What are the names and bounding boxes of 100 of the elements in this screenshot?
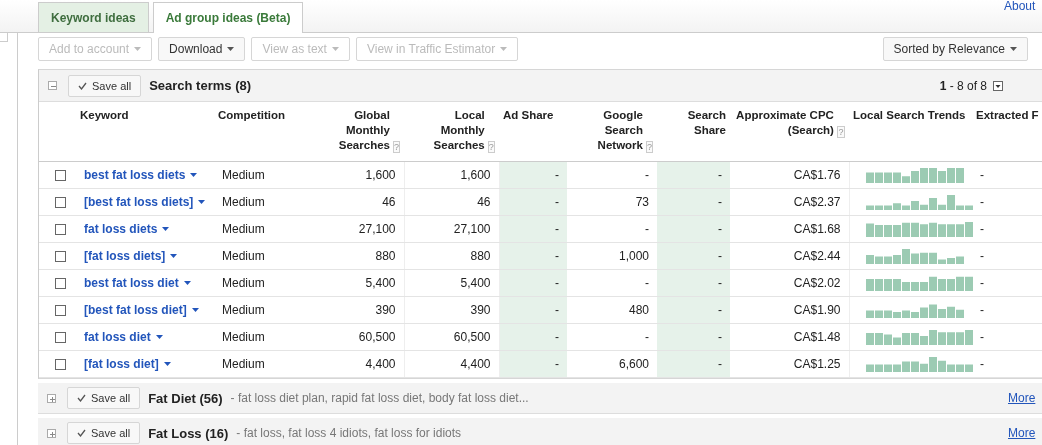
- table-cell: -: [718, 276, 722, 290]
- table-cell: -: [555, 303, 559, 317]
- table-cell: Medium: [222, 168, 265, 182]
- table-cell: -: [718, 330, 722, 344]
- row-checkbox[interactable]: [55, 196, 66, 208]
- table-cell: Medium: [222, 222, 265, 236]
- table-cell: 1,000: [618, 249, 649, 263]
- table-cell: -: [718, 357, 722, 371]
- table-cell: -: [980, 303, 984, 317]
- caret-icon: [500, 47, 508, 51]
- caret-icon: [162, 227, 170, 231]
- table-cell: -: [555, 276, 559, 290]
- tab[interactable]: Keyword ideas: [38, 2, 149, 32]
- table-cell: CA$2.37: [793, 195, 841, 209]
- table-cell: -: [555, 249, 559, 263]
- sort-dropdown[interactable]: Sorted by Relevance: [882, 37, 1028, 61]
- table-cell: Medium: [222, 357, 265, 371]
- table-cell: Medium: [222, 195, 265, 209]
- table-cell: CA$1.48: [793, 330, 841, 344]
- group-title[interactable]: Fat Diet (56): [148, 390, 223, 406]
- table-cell: 880: [375, 249, 396, 263]
- keyword-link[interactable]: fat loss diet: [84, 330, 163, 344]
- row-checkbox[interactable]: [55, 250, 66, 262]
- table-cell: -: [718, 249, 722, 263]
- row-checkbox[interactable]: [55, 223, 66, 235]
- table-cell: -: [718, 222, 722, 236]
- column-header[interactable]: Ad Share: [503, 108, 554, 123]
- caret-icon: [183, 281, 191, 285]
- keyword-link[interactable]: [best fat loss diets]: [84, 195, 206, 209]
- row-checkbox[interactable]: [55, 331, 66, 343]
- save-all-button[interactable]: Save all: [67, 422, 141, 444]
- column-header[interactable]: Search Share: [661, 108, 726, 138]
- column-header[interactable]: Global Monthly Searches: [313, 108, 390, 153]
- table-cell: 5,400: [460, 276, 491, 290]
- table-cell: -: [645, 276, 649, 290]
- row-checkbox[interactable]: [55, 169, 66, 181]
- group-title: Search terms (8): [149, 78, 252, 93]
- row-checkbox[interactable]: [55, 358, 66, 370]
- table-cell: 6,600: [618, 357, 649, 371]
- toolbar-button[interactable]: Download: [158, 37, 246, 61]
- table-cell: -: [980, 330, 984, 344]
- column-header[interactable]: Keyword: [80, 108, 129, 123]
- caret-icon: [163, 362, 171, 366]
- check-icon: [78, 81, 87, 90]
- column-header[interactable]: Competition: [218, 108, 286, 123]
- table-cell: Medium: [222, 276, 265, 290]
- caret-icon: [134, 47, 142, 51]
- table-cell: CA$1.25: [793, 357, 841, 371]
- caret-icon: [170, 254, 178, 258]
- collapse-icon[interactable]: [48, 81, 57, 90]
- table-cell: -: [555, 222, 559, 236]
- keyword-link[interactable]: [fat loss diets]: [84, 249, 178, 263]
- table-cell: CA$1.76: [793, 168, 841, 182]
- group-title[interactable]: Fat Loss (16): [148, 425, 229, 441]
- save-all-button[interactable]: Save all: [67, 387, 141, 409]
- column-header[interactable]: Local Monthly Searches: [408, 108, 485, 153]
- about-link[interactable]: About: [1004, 0, 1036, 13]
- column-header[interactable]: Local Search Trends: [853, 108, 966, 123]
- column-header[interactable]: Extracted F: [976, 108, 1039, 123]
- keyword-link[interactable]: [fat loss diet]: [84, 357, 171, 371]
- table-cell: -: [645, 168, 649, 182]
- table-cell: -: [980, 249, 984, 263]
- table-cell: -: [718, 168, 722, 182]
- table-cell: 5,400: [365, 276, 396, 290]
- table-cell: -: [980, 357, 984, 371]
- column-header[interactable]: Approximate CPC (Search): [734, 108, 834, 138]
- row-checkbox[interactable]: [55, 304, 66, 316]
- table-cell: CA$2.44: [793, 249, 841, 263]
- caret-icon: [227, 47, 235, 51]
- group-summary: - fat loss, fat loss 4 idiots, fat loss for idiots: [236, 426, 462, 440]
- table-cell: CA$1.90: [793, 303, 841, 317]
- table-cell: CA$1.68: [793, 222, 841, 236]
- keyword-link[interactable]: best fat loss diets: [84, 168, 198, 182]
- table-cell: 46: [477, 195, 491, 209]
- check-icon: [77, 394, 86, 402]
- expand-icon[interactable]: [47, 393, 56, 403]
- table-cell: 60,500: [453, 330, 491, 344]
- expand-icon[interactable]: [47, 428, 56, 438]
- keyword-link[interactable]: [best fat loss diet]: [84, 303, 199, 317]
- table-cell: -: [980, 222, 984, 236]
- table-cell: 27,100: [453, 222, 491, 236]
- table-cell: -: [718, 195, 722, 209]
- tab[interactable]: Ad group ideas (Beta): [152, 2, 304, 33]
- keyword-link[interactable]: fat loss diets: [84, 222, 170, 236]
- row-checkbox[interactable]: [55, 277, 66, 289]
- table-cell: 4,400: [460, 357, 491, 371]
- caret-icon: [1010, 47, 1017, 51]
- keyword-link[interactable]: best fat loss diet: [84, 276, 191, 290]
- save-all-button[interactable]: Save all: [68, 74, 142, 97]
- table-cell: Medium: [222, 330, 265, 344]
- caret-icon: [155, 335, 163, 339]
- dropdown-icon[interactable]: [993, 80, 1003, 91]
- table-cell: -: [555, 330, 559, 344]
- table-cell: -: [555, 195, 559, 209]
- more-link[interactable]: More: [1008, 426, 1036, 440]
- more-link[interactable]: More: [1008, 391, 1036, 405]
- pagination-text: 1 - 8 of 8: [939, 78, 987, 93]
- column-header[interactable]: Google Search Network: [571, 108, 643, 153]
- table-cell: 27,100: [358, 222, 396, 236]
- table-cell: -: [980, 168, 984, 182]
